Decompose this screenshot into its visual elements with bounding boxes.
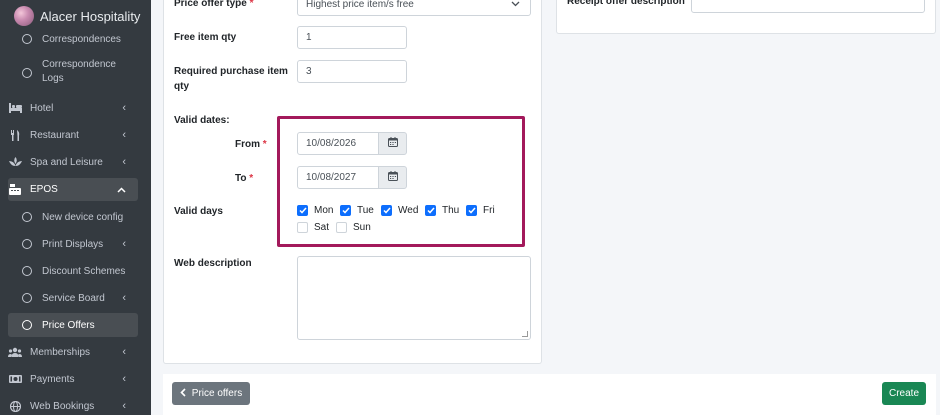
sidebar-item-label: Service Board bbox=[42, 292, 105, 304]
sidebar-item-spa-and-leisure[interactable]: Spa and Leisure ‹ bbox=[8, 152, 138, 172]
sidebar-item-correspondences[interactable]: Correspondences bbox=[8, 31, 138, 47]
chevron-left-icon: ‹ bbox=[122, 129, 126, 141]
free-item-qty-label: Free item qty bbox=[174, 32, 237, 43]
sidebar-item-label: EPOS bbox=[30, 184, 58, 195]
price-offer-type-label: Price offer type * bbox=[174, 0, 254, 11]
chevron-left-icon: ‹ bbox=[122, 292, 126, 304]
label-text: Price offer type bbox=[174, 0, 247, 9]
sidebar-item-hotel[interactable]: Hotel ‹ bbox=[8, 98, 138, 118]
select-value: Highest price item/s free bbox=[306, 0, 414, 10]
sidebar-item-price-offers[interactable]: Price Offers bbox=[8, 313, 138, 337]
sidebar-item-discount-schemes[interactable]: Discount Schemes bbox=[8, 262, 138, 280]
sidebar-item-label: Memberships bbox=[30, 346, 91, 358]
chevron-left-icon: ‹ bbox=[122, 346, 126, 358]
sidebar-item-label: Hotel bbox=[30, 102, 54, 114]
receipt-offer-description-input[interactable] bbox=[691, 0, 925, 13]
from-label: From * bbox=[235, 137, 267, 152]
sidebar-item-web-bookings[interactable]: Web Bookings ‹ bbox=[8, 397, 138, 415]
spa-icon bbox=[8, 157, 22, 167]
sidebar-item-label: Restaurant bbox=[30, 129, 79, 141]
required-purchase-qty-label: Required purchase item qty bbox=[174, 64, 288, 94]
circle-icon bbox=[20, 293, 34, 303]
form-footer bbox=[163, 374, 936, 415]
receipt-offer-description-label: Receipt offer description bbox=[567, 0, 685, 7]
input-value: 1 bbox=[306, 32, 312, 43]
label-text: From bbox=[235, 139, 260, 150]
label-line-2: qty bbox=[174, 81, 189, 92]
button-label: Create bbox=[888, 388, 919, 399]
bed-icon bbox=[8, 103, 22, 113]
sidebar-item-label: Price Offers bbox=[42, 319, 95, 331]
to-label: To * bbox=[235, 171, 253, 186]
button-label: Price offers bbox=[191, 388, 243, 399]
valid-dates-days-highlight bbox=[277, 116, 525, 247]
globe-icon bbox=[8, 400, 22, 412]
input-value: 3 bbox=[306, 66, 312, 77]
sidebar-item-label: Payments bbox=[30, 373, 75, 385]
label-text: To bbox=[235, 173, 247, 184]
resize-handle-icon[interactable] bbox=[522, 331, 528, 337]
chevron-left-icon bbox=[180, 387, 186, 400]
free-item-qty-input[interactable]: 1 bbox=[297, 26, 407, 49]
valid-days-label: Valid days bbox=[174, 206, 223, 217]
sidebar-item-memberships[interactable]: Memberships ‹ bbox=[8, 343, 138, 361]
circle-icon bbox=[20, 68, 34, 78]
chevron-left-icon: ‹ bbox=[122, 102, 126, 114]
brand-name: Alacer Hospitality bbox=[40, 8, 141, 24]
label-line-1: Required purchase item bbox=[174, 66, 288, 77]
sidebar-item-print-displays[interactable]: Print Displays ‹ bbox=[8, 235, 138, 253]
circle-icon bbox=[20, 34, 34, 44]
sidebar-item-label: Correspondence Logs bbox=[42, 59, 116, 84]
sidebar-item-label: New device config bbox=[42, 211, 124, 223]
sidebar: Alacer Hospitality Correspondences Corre… bbox=[0, 0, 151, 415]
sidebar-item-label: Discount Schemes bbox=[42, 265, 126, 277]
chevron-left-icon: ‹ bbox=[122, 156, 126, 168]
utensils-icon bbox=[8, 129, 22, 141]
sidebar-item-restaurant[interactable]: Restaurant ‹ bbox=[8, 125, 138, 145]
circle-icon bbox=[20, 266, 34, 276]
required-purchase-qty-input[interactable]: 3 bbox=[297, 60, 407, 83]
payment-icon bbox=[8, 374, 22, 384]
chevron-up-icon bbox=[117, 184, 126, 196]
circle-icon bbox=[20, 212, 34, 222]
sidebar-item-correspondence-logs[interactable]: Correspondence Logs bbox=[8, 58, 138, 90]
brand[interactable]: Alacer Hospitality bbox=[0, 0, 151, 32]
required-mark: * bbox=[249, 0, 254, 9]
create-button[interactable]: Create bbox=[882, 382, 926, 405]
sidebar-item-label: Print Displays bbox=[42, 238, 104, 250]
sidebar-item-new-device-config[interactable]: New device config bbox=[8, 208, 138, 226]
required-mark: * bbox=[249, 173, 254, 184]
users-icon bbox=[8, 347, 22, 357]
required-mark: * bbox=[262, 139, 267, 150]
brand-logo-icon bbox=[14, 6, 34, 26]
price-offer-type-select[interactable]: Highest price item/s free bbox=[297, 0, 531, 16]
sidebar-item-label: Correspondences bbox=[42, 33, 121, 45]
sidebar-item-payments[interactable]: Payments ‹ bbox=[8, 370, 138, 388]
circle-icon bbox=[20, 239, 34, 249]
sidebar-item-epos[interactable]: EPOS bbox=[8, 178, 138, 201]
cash-register-icon bbox=[8, 184, 22, 195]
chevron-left-icon: ‹ bbox=[122, 373, 126, 385]
sidebar-item-label: Web Bookings bbox=[30, 400, 95, 412]
valid-dates-label: Valid dates: bbox=[174, 115, 230, 126]
chevron-down-icon bbox=[511, 0, 520, 10]
web-description-label: Web description bbox=[174, 258, 252, 269]
sidebar-item-label: Spa and Leisure bbox=[30, 156, 103, 168]
chevron-left-icon: ‹ bbox=[122, 400, 126, 412]
circle-icon bbox=[20, 320, 34, 330]
web-description-textarea[interactable] bbox=[297, 256, 531, 340]
back-to-price-offers-button[interactable]: Price offers bbox=[172, 382, 250, 405]
sidebar-item-service-board[interactable]: Service Board ‹ bbox=[8, 289, 138, 307]
chevron-left-icon: ‹ bbox=[122, 238, 126, 250]
